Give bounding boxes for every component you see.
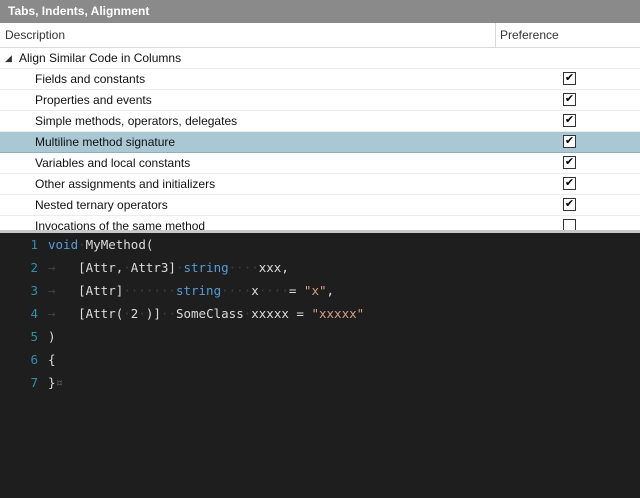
code-line: 4 → [Attr(·2·)]··SomeClass·xxxxx = "xxxx… — [0, 302, 640, 325]
option-label: Variables and local constants — [35, 156, 191, 170]
line-number: 3 — [30, 283, 38, 298]
tab-marker: → — [48, 306, 56, 321]
expand-triangle-icon[interactable]: ◢ — [5, 48, 12, 69]
column-separator[interactable] — [495, 23, 496, 47]
panel-titlebar: Tabs, Indents, Alignment — [0, 0, 640, 23]
code-line: 7 }¤ — [0, 371, 640, 394]
option-row-properties-and-events[interactable]: Properties and events ✔ — [0, 90, 640, 111]
code-text: { — [48, 348, 56, 371]
whitespace-marker: · — [138, 306, 146, 321]
checkbox-other-assignments[interactable]: ✔ — [563, 177, 576, 190]
code-text: → [Attr(·2·)]··SomeClass·xxxxx = "xxxxx" — [48, 302, 364, 325]
code-token: } — [48, 375, 56, 390]
option-label: Nested ternary operators — [35, 198, 168, 212]
tab-marker: → — [48, 260, 56, 275]
code-token: , — [326, 283, 335, 298]
option-label: Other assignments and initializers — [35, 177, 216, 191]
code-text: → [Attr,·Attr3]·string····xxx, — [48, 256, 289, 279]
option-row-fields-and-constants[interactable]: Fields and constants ✔ — [0, 69, 640, 90]
line-number: 2 — [30, 260, 38, 275]
column-header-preference[interactable]: Preference — [500, 23, 559, 47]
whitespace-marker: · — [123, 260, 131, 275]
code-token: x — [251, 283, 259, 298]
checkbox-properties-and-events[interactable]: ✔ — [563, 93, 576, 106]
checkbox-fields-and-constants[interactable]: ✔ — [563, 72, 576, 85]
panel-title: Tabs, Indents, Alignment — [8, 4, 150, 18]
column-header-description[interactable]: Description — [5, 23, 65, 47]
end-of-file-marker: ¤ — [55, 375, 64, 390]
checkbox-variables-and-local-constants[interactable]: ✔ — [563, 156, 576, 169]
code-token: "x" — [303, 283, 327, 298]
option-row-other-assignments[interactable]: Other assignments and initializers ✔ — [0, 174, 640, 195]
code-token: )] — [145, 306, 161, 321]
grid-header: Description Preference — [0, 23, 640, 48]
code-token: xxx, — [258, 260, 289, 275]
options-grid: Description Preference ◢ Align Similar C… — [0, 23, 640, 230]
option-row-multiline-method-signature[interactable]: Multiline method signature ✔ — [0, 132, 640, 153]
line-number: 1 — [30, 237, 38, 252]
checkbox-nested-ternary-operators[interactable]: ✔ — [563, 198, 576, 211]
option-row-nested-ternary-operators[interactable]: Nested ternary operators ✔ — [0, 195, 640, 216]
option-label: Invocations of the same method — [35, 219, 206, 230]
code-token: ) — [48, 329, 56, 344]
option-label: Multiline method signature — [35, 135, 176, 149]
checkbox-multiline-method-signature[interactable]: ✔ — [563, 135, 576, 148]
code-line: 5 ) — [0, 325, 640, 348]
option-row-variables-and-local-constants[interactable]: Variables and local constants ✔ — [0, 153, 640, 174]
code-token: [Attr] — [78, 283, 124, 298]
code-token: void — [48, 237, 79, 252]
whitespace-marker: · — [78, 237, 86, 252]
group-row-align-similar-code[interactable]: ◢ Align Similar Code in Columns — [0, 48, 640, 69]
code-token: { — [48, 352, 56, 367]
code-token: string — [175, 283, 222, 298]
option-label: Simple methods, operators, delegates — [35, 114, 238, 128]
code-preview-editor[interactable]: 1 void·MyMethod( 2 → [Attr,·Attr3]·strin… — [0, 233, 640, 498]
code-token: SomeClass — [175, 306, 244, 321]
code-token: string — [183, 260, 229, 275]
checkbox-invocations-of-same-method[interactable] — [563, 219, 576, 230]
whitespace-marker: ···· — [228, 260, 259, 275]
code-token: "xxxxx" — [311, 306, 365, 321]
line-number: 7 — [30, 375, 38, 390]
code-line: 6 { — [0, 348, 640, 371]
code-text: ) — [48, 325, 56, 348]
option-row-simple-methods[interactable]: Simple methods, operators, delegates ✔ — [0, 111, 640, 132]
code-token: xxxxx — [251, 306, 289, 321]
line-number: 6 — [30, 352, 38, 367]
group-label: Align Similar Code in Columns — [19, 51, 182, 65]
option-row-invocations-of-same-method[interactable]: Invocations of the same method — [0, 216, 640, 230]
checkbox-simple-methods[interactable]: ✔ — [563, 114, 576, 127]
code-text: → [Attr]·······string····x····= "x", — [48, 279, 334, 302]
code-text: void·MyMethod( — [48, 233, 153, 256]
code-text: }¤ — [48, 371, 63, 394]
code-line: 1 void·MyMethod( — [0, 233, 640, 256]
whitespace-marker: · — [123, 306, 131, 321]
code-token: [Attr, — [78, 260, 124, 275]
line-number: 4 — [30, 306, 38, 321]
code-line: 2 → [Attr,·Attr3]·string····xxx, — [0, 256, 640, 279]
tab-marker: → — [48, 283, 56, 298]
whitespace-marker: ······· — [123, 283, 176, 298]
code-line: 3 → [Attr]·······string····x····= "x", — [0, 279, 640, 302]
whitespace-marker: ···· — [221, 283, 252, 298]
code-token: MyMethod( — [85, 237, 154, 252]
option-label: Properties and events — [35, 93, 152, 107]
code-token: = — [296, 306, 304, 321]
whitespace-marker: ···· — [258, 283, 289, 298]
code-token: [Attr( — [78, 306, 124, 321]
option-label: Fields and constants — [35, 72, 146, 86]
whitespace-marker: ·· — [160, 306, 176, 321]
line-number: 5 — [30, 329, 38, 344]
code-token: Attr3] — [130, 260, 176, 275]
code-token: = — [288, 283, 297, 298]
